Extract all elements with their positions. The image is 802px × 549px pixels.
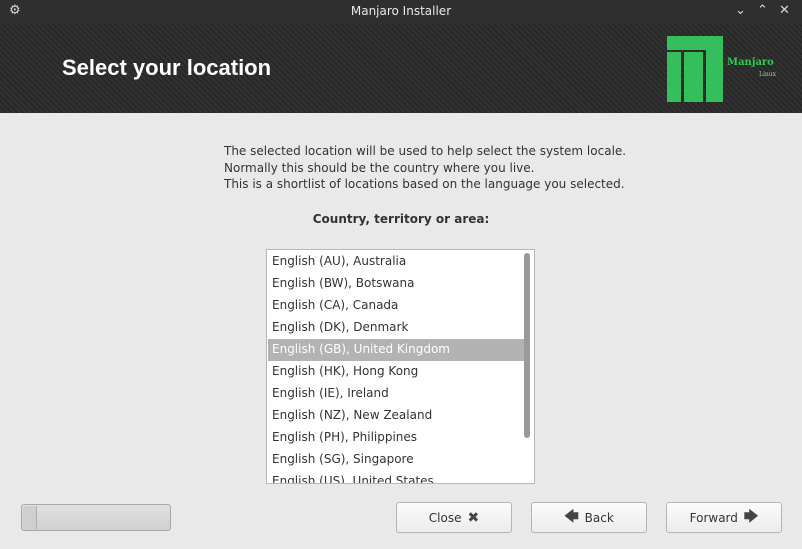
location-item[interactable]: English (PH), Philippines [268, 427, 524, 449]
forward-button-label: Forward [689, 510, 738, 525]
close-x-icon: ✖ [467, 509, 480, 526]
title-bar: ⚙ Manjaro Installer ⌄ ⌃ ✕ [0, 0, 802, 24]
minimize-icon[interactable]: ⌄ [735, 3, 746, 18]
logo-bar-left [667, 52, 681, 102]
intro-line: Normally this should be the country wher… [224, 160, 535, 175]
location-item[interactable]: English (GB), United Kingdom [268, 339, 524, 361]
close-icon[interactable]: ✕ [779, 3, 790, 18]
logo-bar-right [706, 36, 723, 102]
restore-icon[interactable]: ⌃ [757, 3, 768, 18]
logo-wordmark: Manjaro [727, 57, 774, 68]
location-item[interactable]: English (HK), Hong Kong [268, 361, 524, 383]
location-item[interactable]: English (AU), Australia [268, 251, 524, 273]
install-progress-bar [21, 504, 171, 531]
location-list[interactable]: English (AU), Australia English (BW), Bo… [266, 249, 535, 484]
intro-text: The selected location will be used to he… [224, 143, 626, 193]
location-item[interactable]: English (DK), Denmark [268, 317, 524, 339]
intro-line: This is a shortlist of locations based o… [224, 177, 625, 191]
location-item[interactable]: English (SG), Singapore [268, 449, 524, 471]
close-button[interactable]: Close ✖ [396, 502, 512, 533]
location-item[interactable]: English (IE), Ireland [268, 383, 524, 405]
location-field-label: Country, territory or area: [312, 212, 490, 226]
location-item[interactable]: English (BW), Botswana [268, 273, 524, 295]
location-item[interactable]: English (NZ), New Zealand [268, 405, 524, 427]
forward-button[interactable]: Forward 🡆 [666, 502, 782, 533]
list-scrollbar[interactable] [521, 251, 533, 482]
page-header: Select your location Manjaro Linux [0, 24, 802, 113]
back-button-label: Back [584, 510, 614, 525]
logo-bar-middle [684, 52, 703, 102]
installer-window: ⚙ Manjaro Installer ⌄ ⌃ ✕ Select your lo… [0, 0, 802, 549]
page-title: Select your location [62, 55, 272, 80]
location-item[interactable]: English (CA), Canada [268, 295, 524, 317]
window-title: Manjaro Installer [350, 4, 452, 18]
close-button-label: Close [428, 510, 462, 525]
arrow-left-icon: 🡄 [564, 508, 579, 525]
scrollbar-thumb[interactable] [524, 253, 530, 438]
location-item[interactable]: English (US), United States [268, 471, 524, 483]
manjaro-logo: Manjaro Linux [667, 36, 779, 102]
arrow-right-icon: 🡆 [743, 508, 759, 525]
logo-subtitle: Linux [759, 71, 777, 78]
progress-fill [23, 506, 37, 529]
back-button[interactable]: 🡄 Back [531, 502, 647, 533]
intro-line: The selected location will be used to he… [224, 144, 627, 158]
